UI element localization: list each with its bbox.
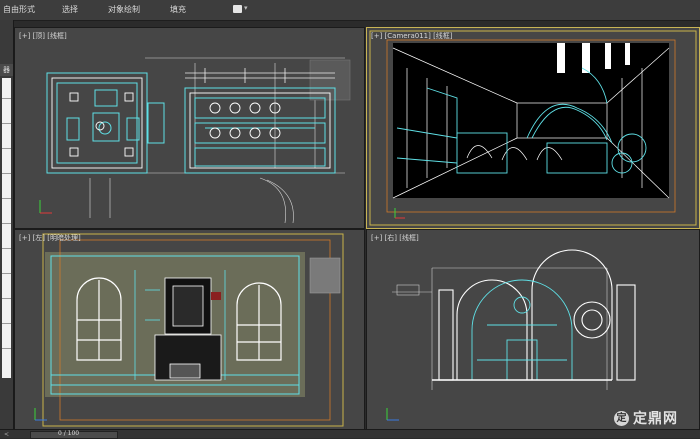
left-elevation-shaded [34, 233, 344, 427]
top-plan-wireframe [39, 57, 351, 224]
ribbon-tab-object-paint[interactable]: 对象绘制 [108, 4, 140, 15]
axis-gizmo-top [39, 200, 52, 214]
viewport-camera[interactable]: [+] [Camera011] [线框] [366, 27, 700, 229]
chevron-down-icon[interactable]: ▾ [244, 4, 248, 12]
axis-gizmo-left [34, 408, 47, 421]
viewport-top[interactable]: [+] [顶] [线框] [14, 27, 365, 229]
viewport-top-label[interactable]: [+] [顶] [线框] [19, 31, 67, 41]
viewport-left[interactable]: [+] [左] [明暗处理] [14, 229, 365, 430]
ribbon-toolbar: 自由形式 选择 对象绘制 填充 ▾ [0, 0, 700, 21]
right-elevation-wireframe [386, 249, 636, 421]
scene-explorer-list[interactable] [2, 78, 11, 378]
ribbon-tab-select[interactable]: 选择 [62, 4, 78, 15]
camera-perspective-wireframe [369, 30, 697, 226]
scene-explorer-label: 器件 [0, 64, 13, 76]
watermark-logo-icon: 定 [614, 410, 629, 426]
watermark-text: 定鼎网 [633, 411, 678, 427]
ribbon-tab-freeform[interactable]: 自由形式 [3, 4, 35, 15]
time-slider-frame: 0 / 100 [58, 430, 80, 437]
viewport-right-label[interactable]: [+] [右] [线框] [371, 233, 419, 243]
ribbon-color-swatch[interactable] [233, 5, 242, 13]
axis-gizmo-right [386, 408, 399, 421]
ribbon-tab-populate[interactable]: 填充 [170, 4, 186, 15]
viewport-left-label[interactable]: [+] [左] [明暗处理] [19, 233, 81, 243]
viewport-camera-label[interactable]: [+] [Camera011] [线框] [371, 31, 453, 41]
axis-gizmo-camera [394, 208, 405, 219]
viewport-right[interactable]: [+] [右] [线框] [366, 229, 700, 430]
site-watermark: 定 定鼎网 [614, 408, 678, 428]
scene-explorer-panel: 器件 [0, 20, 14, 429]
